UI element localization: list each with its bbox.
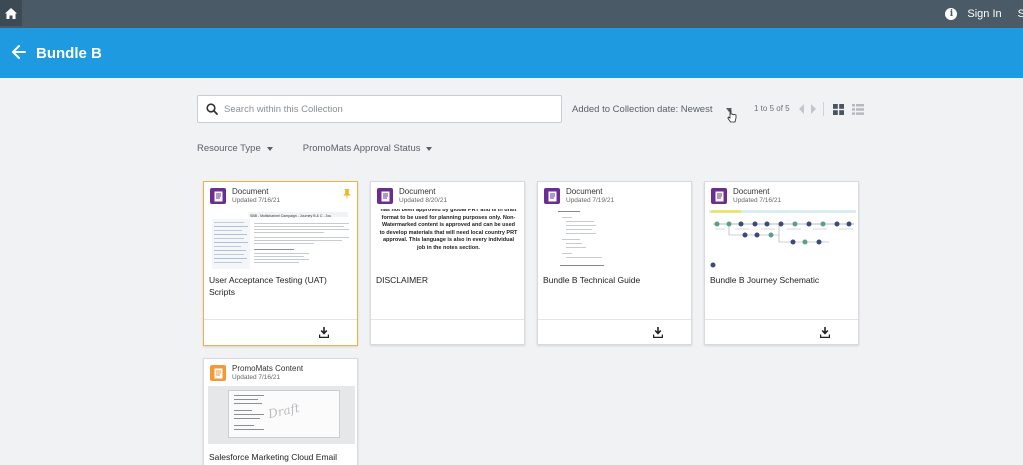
resource-card[interactable]: Document Updated 7/16/21 Bundle B Journe…: [704, 181, 859, 345]
card-footer: [204, 319, 357, 345]
home-icon: [5, 7, 17, 19]
card-title[interactable]: Salesforce Marketing Cloud Email: [209, 451, 354, 463]
resource-card[interactable]: PromoMats Content Updated 7/16/21 Draft …: [203, 358, 358, 465]
download-icon[interactable]: [653, 327, 663, 338]
mouse-cursor-icon: [727, 109, 737, 123]
card-header: Document Updated 7/19/21: [538, 182, 691, 209]
chevron-left-icon[interactable]: [799, 104, 805, 114]
download-icon[interactable]: [319, 327, 329, 338]
sign-in-link[interactable]: Sign In: [967, 8, 1001, 20]
thumbnail-text: has not been approved by global PRT and …: [379, 209, 518, 251]
filter-label: Resource Type: [197, 143, 261, 154]
search-input[interactable]: [224, 100, 554, 118]
home-button[interactable]: [0, 0, 22, 26]
card-header: Document Updated 8/20/21: [371, 182, 524, 209]
filter-bar: Resource Type PromoMats Approval Status: [197, 143, 433, 154]
resource-card[interactable]: Document Updated 8/20/21 has not been ap…: [370, 181, 525, 345]
thumbnail-text: SBB - Multichannel Campaign - Journey B …: [250, 214, 332, 218]
card-footer: [538, 319, 691, 345]
card-thumbnail: has not been approved by global PRT and …: [375, 209, 522, 269]
card-header: Document Updated 7/16/21: [204, 182, 357, 209]
card-title[interactable]: DISCLAIMER: [376, 274, 521, 286]
search-box[interactable]: [197, 95, 562, 123]
collection-header: Bundle B: [0, 28, 1023, 78]
schematic-thumbnail: [709, 210, 856, 268]
resource-card[interactable]: Document Updated 7/19/21 Bundle B Techni…: [537, 181, 692, 345]
card-type: Document: [733, 187, 770, 196]
card-title[interactable]: Bundle B Technical Guide: [543, 274, 688, 286]
card-updated: Updated 7/16/21: [232, 197, 281, 204]
chevron-right-icon[interactable]: [810, 104, 816, 114]
card-type: PromoMats Content: [232, 364, 304, 373]
card-thumbnail: SBB - Multichannel Campaign - Journey B …: [208, 209, 355, 269]
arrow-left-icon[interactable]: [12, 44, 26, 60]
top-bar: i Sign In S: [0, 0, 1023, 28]
list-view-icon[interactable]: [852, 104, 864, 115]
promomats-content-icon: [210, 365, 226, 381]
divider: [823, 102, 824, 116]
card-type: Document: [232, 187, 269, 196]
document-icon: [544, 188, 560, 204]
card-title[interactable]: User Acceptance Testing (UAT) Scripts: [209, 274, 354, 298]
card-updated: Updated 8/20/21: [399, 197, 448, 204]
chevron-down-icon: [426, 146, 433, 151]
card-thumbnail: [709, 209, 856, 269]
card-header: Document Updated 7/16/21: [705, 182, 858, 209]
card-header: PromoMats Content Updated 7/16/21: [204, 359, 357, 386]
sort-label: Added to Collection date: Newest: [572, 104, 713, 115]
card-updated: Updated 7/16/21: [733, 197, 782, 204]
card-updated: Updated 7/16/21: [232, 374, 281, 381]
pin-icon[interactable]: [343, 189, 351, 200]
resource-type-filter[interactable]: Resource Type: [197, 143, 273, 154]
card-footer: [705, 319, 858, 345]
card-thumbnail: Draft: [208, 386, 355, 444]
approval-status-filter[interactable]: PromoMats Approval Status: [303, 143, 433, 154]
card-updated: Updated 7/19/21: [566, 197, 615, 204]
card-title[interactable]: Bundle B Journey Schematic: [710, 274, 855, 286]
card-thumbnail: [542, 209, 689, 269]
filter-label: PromoMats Approval Status: [302, 143, 421, 154]
info-icon[interactable]: i: [945, 8, 958, 20]
grid-view-icon[interactable]: [833, 104, 844, 115]
download-icon[interactable]: [820, 327, 830, 338]
chevron-down-icon: [266, 146, 273, 151]
search-icon: [206, 103, 218, 115]
sort-dropdown[interactable]: Added to Collection date: Newest: [572, 104, 733, 115]
document-icon: [711, 188, 727, 204]
page-title: Bundle B: [36, 45, 102, 62]
document-icon: [210, 188, 226, 204]
topbar-extra-link[interactable]: S: [1018, 8, 1023, 20]
document-icon: [377, 188, 393, 204]
card-type: Document: [566, 187, 603, 196]
pager-count: 1 to 5 of 5: [754, 104, 790, 113]
card-footer: [371, 319, 524, 345]
card-type: Document: [399, 187, 436, 196]
resource-card[interactable]: Document Updated 7/16/21 SBB - Multichan…: [203, 181, 358, 346]
